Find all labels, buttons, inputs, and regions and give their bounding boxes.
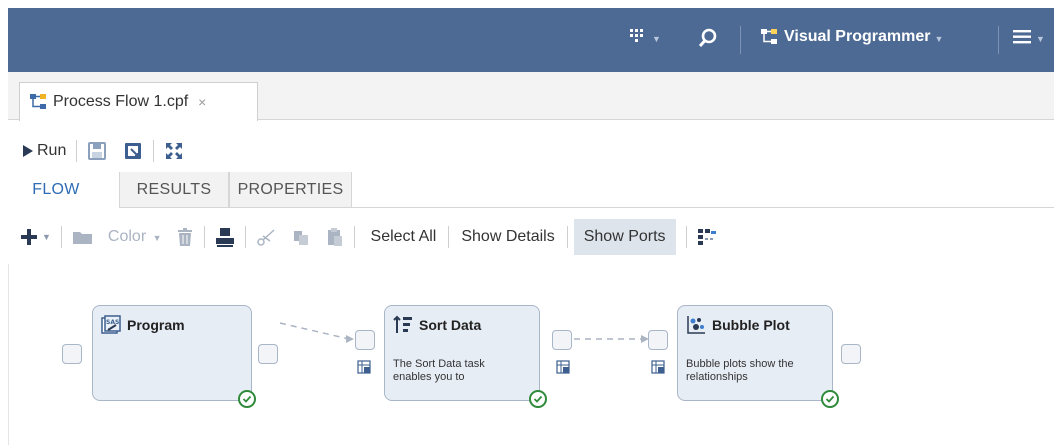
chevron-down-icon: ▼: [42, 232, 51, 242]
run-label: Run: [37, 142, 67, 159]
node-title: Bubble Plot: [686, 315, 790, 335]
tab-results[interactable]: RESULTS: [119, 172, 229, 208]
show-details-button[interactable]: Show Details: [455, 228, 560, 246]
apps-grid-icon: [630, 29, 643, 42]
app-header: ▼ Visual Programmer ▼ ▼: [8, 8, 1054, 72]
input-port[interactable]: [648, 330, 668, 350]
tab-process-flow[interactable]: Process Flow 1.cpf ×: [19, 82, 258, 121]
flow-node-bubble-plot[interactable]: Bubble Plot Bubble plots show the relati…: [677, 305, 833, 401]
table-icon: [357, 360, 371, 374]
paste-button[interactable]: [326, 227, 344, 247]
print-button[interactable]: [215, 227, 235, 247]
add-node-button[interactable]: ▼: [20, 228, 51, 246]
node-title: Sort Data: [393, 315, 481, 335]
toolbar-divider: [685, 226, 687, 248]
run-button[interactable]: Run: [23, 142, 66, 160]
node-title-text: Program: [127, 317, 185, 333]
node-title-text: Sort Data: [419, 317, 482, 333]
chevron-down-icon: ▼: [934, 34, 944, 44]
run-toolbar: Run: [8, 131, 1054, 171]
search-button[interactable]: [698, 28, 718, 48]
search-icon: [698, 28, 717, 48]
toolbar-divider: [353, 226, 355, 248]
flow-node-sort-data[interactable]: Sort Data The Sort Data task enables you…: [384, 305, 540, 401]
process-flow-icon: [30, 94, 46, 109]
plus-icon: [21, 229, 37, 245]
table-icon: [651, 360, 665, 374]
bubble-plot-icon: [687, 316, 705, 334]
flow-toolbar: ▼ Color ▼ Select All Show Details Show P…: [8, 218, 1054, 256]
toolbar-divider: [153, 140, 155, 162]
chevron-down-icon: ▼: [152, 233, 162, 243]
program-icon: SAS: [101, 315, 121, 334]
maximize-button[interactable]: [164, 141, 184, 161]
view-tabs: FLOW RESULTS PROPERTIES: [8, 172, 1054, 208]
save-button[interactable]: [87, 141, 107, 161]
arrange-button[interactable]: [697, 228, 717, 246]
chevron-down-icon: ▼: [652, 34, 661, 44]
success-check-icon: [821, 390, 839, 408]
color-label: Color: [107, 228, 147, 245]
play-icon: [23, 145, 33, 157]
input-port[interactable]: [62, 344, 82, 364]
maximize-icon: [166, 143, 183, 159]
folder-icon: [72, 232, 92, 244]
document-tab-bar: Process Flow 1.cpf ×: [8, 72, 1054, 121]
sort-icon: [393, 315, 412, 333]
toolbar-divider: [244, 226, 246, 248]
show-ports-button[interactable]: Show Ports: [573, 219, 676, 255]
save-icon: [88, 142, 107, 160]
tab-properties[interactable]: PROPERTIES: [229, 172, 352, 208]
node-title-text: Bubble Plot: [712, 317, 790, 333]
table-icon: [556, 360, 570, 374]
paste-icon: [327, 228, 342, 246]
toolbar-divider: [448, 226, 450, 248]
connector-program-to-sort: [279, 322, 350, 340]
chevron-down-icon: ▼: [1036, 34, 1045, 44]
trash-icon: [177, 228, 192, 246]
menu-icon: [1013, 30, 1031, 44]
input-port[interactable]: [355, 330, 375, 350]
toolbar-divider: [566, 226, 568, 248]
arrange-icon: [697, 229, 716, 245]
tab-underline: [352, 207, 1054, 208]
toolbar-divider: [76, 140, 78, 162]
close-icon[interactable]: ×: [198, 94, 206, 110]
save-as-button[interactable]: [123, 141, 143, 161]
flow-node-program[interactable]: SAS Program: [92, 305, 252, 401]
process-flow-icon: [761, 29, 777, 44]
arrowhead: [346, 335, 354, 343]
scissors-icon: [256, 229, 275, 246]
open-button[interactable]: [72, 228, 94, 246]
success-check-icon: [529, 390, 547, 408]
copy-icon: [293, 231, 308, 245]
cut-button[interactable]: [256, 227, 276, 247]
header-divider: [740, 26, 741, 54]
toolbar-divider: [60, 226, 62, 248]
node-description: The Sort Data task enables you to: [393, 358, 485, 383]
output-port[interactable]: [258, 344, 278, 364]
success-check-icon: [238, 390, 256, 408]
apps-menu-button[interactable]: ▼: [628, 28, 661, 46]
color-dropdown[interactable]: Color ▼: [102, 228, 168, 246]
perspective-menu[interactable]: Visual Programmer ▼: [760, 28, 943, 46]
node-description: Bubble plots show the relationships: [686, 358, 794, 383]
tab-title: Process Flow 1.cpf: [53, 93, 189, 110]
tab-flow[interactable]: FLOW: [16, 172, 96, 208]
main-menu-button[interactable]: ▼: [1012, 28, 1045, 46]
save-as-icon: [125, 143, 142, 159]
delete-button[interactable]: [176, 227, 194, 247]
output-port[interactable]: [552, 330, 572, 350]
select-all-button[interactable]: Select All: [365, 228, 443, 246]
toolbar-divider: [203, 226, 205, 248]
printer-icon: [215, 228, 234, 247]
output-port[interactable]: [841, 344, 861, 364]
copy-button[interactable]: [292, 228, 310, 246]
header-divider: [998, 26, 999, 54]
node-title: SAS Program: [101, 315, 185, 335]
perspective-label: Visual Programmer: [784, 28, 931, 45]
svg-text:SAS: SAS: [106, 319, 119, 326]
process-flow-canvas[interactable]: SAS Program Sort Data The Sort Data task…: [8, 264, 1054, 445]
